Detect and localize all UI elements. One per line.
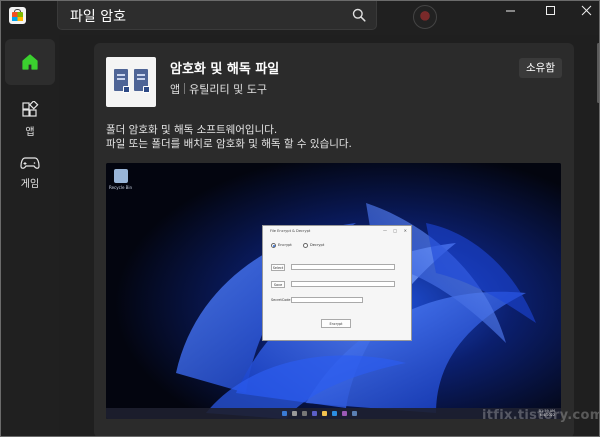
store-logo-icon <box>9 7 26 24</box>
recycle-bin-icon <box>114 169 128 183</box>
app-title: 암호화 및 해독 파일 <box>170 62 280 77</box>
dialog-minimize-icon: — <box>383 228 387 233</box>
save-path-field <box>291 281 395 287</box>
encrypt-dialog: File Encrypt & Decrypt — □ ✕ Encrypt Dec… <box>262 225 412 341</box>
app-screenshot[interactable]: Recycle Bin File Encrypt & Decrypt — □ ✕… <box>106 163 561 419</box>
taskview-icon <box>302 411 307 416</box>
edge-icon <box>332 411 337 416</box>
games-icon <box>20 157 40 169</box>
nav-label-apps: 앱 <box>25 127 35 138</box>
search-icon[interactable] <box>352 8 366 22</box>
store-taskbar-icon <box>342 411 347 416</box>
app-taskbar-icon <box>352 411 357 416</box>
app-description: 폴더 암호화 및 해독 소프트웨어입니다. 파일 또는 폴더를 배치로 암호화 … <box>106 123 352 151</box>
app-file-icon <box>106 57 156 107</box>
description-line-1: 폴더 암호화 및 해독 소프트웨어입니다. <box>106 124 278 136</box>
nav-item-games[interactable]: 게임 <box>5 155 55 199</box>
secret-code-label: SecretCode <box>271 298 291 302</box>
dialog-close-icon: ✕ <box>403 228 407 233</box>
store-window: 파일 암호 앱 게임 암호화 및 해독 파일 앱 유틸리티 및 도구 소유함 폴… <box>0 0 600 437</box>
secret-code-field <box>291 297 363 303</box>
save-button: Save <box>271 281 285 288</box>
encrypt-radio-label: Encrypt <box>278 243 292 247</box>
nav-label-games: 게임 <box>20 179 40 190</box>
app-detail-card: 암호화 및 해독 파일 앱 유틸리티 및 도구 소유함 폴더 암호화 및 해독 소… <box>94 43 574 436</box>
search-box[interactable]: 파일 암호 <box>57 1 377 30</box>
encrypt-radio <box>271 243 276 248</box>
start-icon <box>282 411 287 416</box>
app-category-link[interactable]: 유틸리티 및 도구 <box>189 83 267 96</box>
select-button: Select <box>271 264 285 271</box>
dialog-title: File Encrypt & Decrypt <box>270 229 311 233</box>
app-type-link[interactable]: 앱 <box>170 83 180 96</box>
decrypt-radio-label: Decrypt <box>310 243 325 247</box>
taskbar-search-icon <box>292 411 297 416</box>
chat-icon <box>312 411 317 416</box>
category-divider <box>184 83 186 94</box>
minimize-icon <box>505 10 515 11</box>
avatar[interactable] <box>413 5 437 29</box>
owned-button[interactable]: 소유함 <box>519 58 562 78</box>
encrypt-action-button: Encrypt <box>321 319 351 328</box>
nav-item-apps[interactable]: 앱 <box>5 101 55 145</box>
nav-item-home[interactable] <box>5 39 55 85</box>
description-line-2: 파일 또는 폴더를 배치로 암호화 및 해독 할 수 있습니다. <box>106 138 352 150</box>
dialog-maximize-icon: □ <box>393 228 397 233</box>
main-content: 암호화 및 해독 파일 앱 유틸리티 및 도구 소유함 폴더 암호화 및 해독 소… <box>59 35 599 436</box>
side-nav: 앱 게임 <box>1 35 59 436</box>
apps-icon <box>22 101 39 117</box>
select-path-field <box>291 264 395 270</box>
close-icon <box>581 5 591 15</box>
close-button[interactable] <box>563 1 599 19</box>
search-input[interactable]: 파일 암호 <box>70 6 126 26</box>
maximize-icon <box>545 5 555 15</box>
title-bar: 파일 암호 <box>1 1 599 35</box>
home-icon <box>22 54 38 70</box>
recycle-bin-label: Recycle Bin <box>109 185 133 190</box>
watermark: itfix.tistory.com <box>482 408 600 423</box>
file-explorer-icon <box>322 411 327 416</box>
app-category: 앱 유틸리티 및 도구 <box>170 81 267 97</box>
decrypt-radio <box>303 243 308 248</box>
